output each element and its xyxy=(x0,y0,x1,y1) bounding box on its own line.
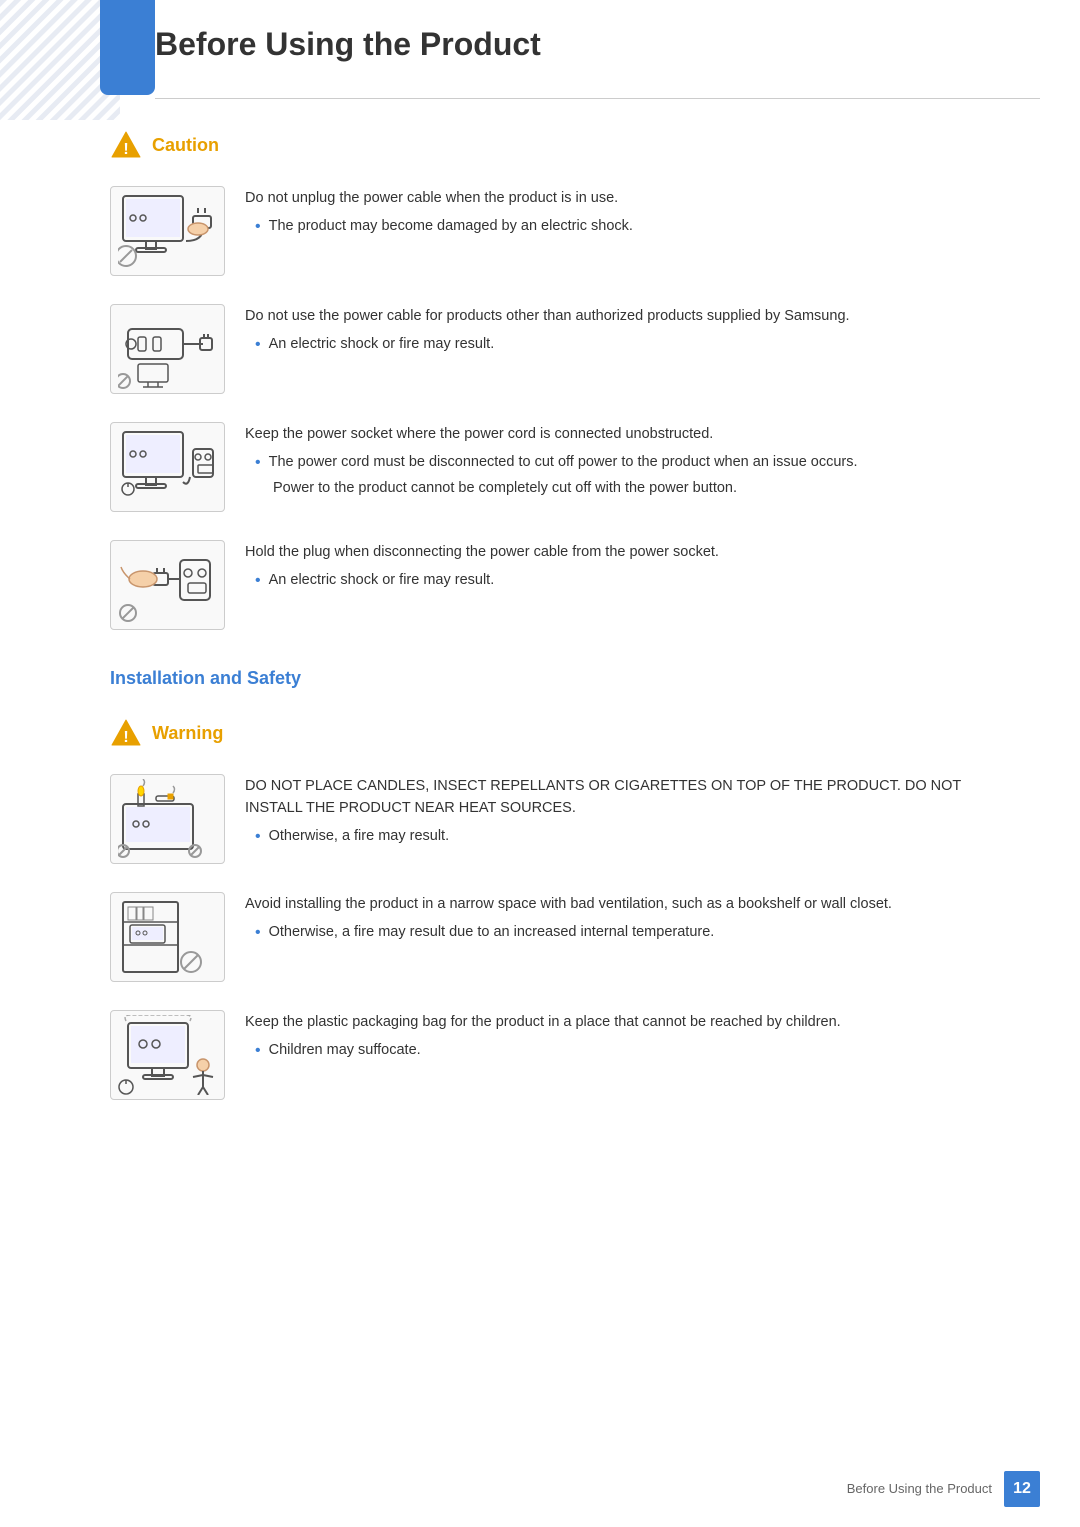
warning-header: ! Warning xyxy=(110,717,1020,749)
page-footer: Before Using the Product 12 xyxy=(847,1471,1040,1507)
caution-label: Caution xyxy=(152,132,219,159)
caution-image-1 xyxy=(110,186,225,276)
caution-bullet-3: The power cord must be disconnected to c… xyxy=(255,452,1020,474)
caution-main-2: Do not use the power cable for products … xyxy=(245,306,1020,328)
page-number: 12 xyxy=(1004,1471,1040,1507)
warning-main-2: Avoid installing the product in a narrow… xyxy=(245,894,1020,916)
caution-icon: ! xyxy=(110,129,142,161)
page-header: Before Using the Product xyxy=(155,0,1040,99)
warning-main-1: DO NOT PLACE CANDLES, INSECT REPELLANTS … xyxy=(245,776,1020,820)
warning-text-1: DO NOT PLACE CANDLES, INSECT REPELLANTS … xyxy=(245,774,1020,848)
caution-text-2: Do not use the power cable for products … xyxy=(245,304,1020,356)
warning-item-3: Keep the plastic packaging bag for the p… xyxy=(110,1010,1020,1100)
caution-bullet-4: An electric shock or fire may result. xyxy=(255,570,1020,592)
caution-section: ! Caution xyxy=(110,129,1020,630)
main-content: ! Caution xyxy=(110,99,1020,1100)
caution-main-3: Keep the power socket where the power co… xyxy=(245,424,1020,446)
blue-sidebar-accent xyxy=(100,0,155,95)
warning-main-3: Keep the plastic packaging bag for the p… xyxy=(245,1012,1020,1034)
warning-label: Warning xyxy=(152,720,223,747)
footer-label: Before Using the Product xyxy=(847,1479,992,1499)
warning-text-2: Avoid installing the product in a narrow… xyxy=(245,892,1020,944)
warning-image-2 xyxy=(110,892,225,982)
page-title: Before Using the Product xyxy=(155,20,1040,68)
svg-text:!: ! xyxy=(123,141,128,158)
caution-image-2 xyxy=(110,304,225,394)
warning-bullet-1: Otherwise, a fire may result. xyxy=(255,826,1020,848)
installation-heading: Installation and Safety xyxy=(110,665,1020,692)
caution-item-2: Do not use the power cable for products … xyxy=(110,304,1020,394)
warning-bullet-2: Otherwise, a fire may result due to an i… xyxy=(255,922,1020,944)
caution-image-3 xyxy=(110,422,225,512)
warning-icon: ! xyxy=(110,717,142,749)
svg-text:!: ! xyxy=(123,729,128,746)
caution-bullet-1: The product may become damaged by an ele… xyxy=(255,216,1020,238)
caution-main-4: Hold the plug when disconnecting the pow… xyxy=(245,542,1020,564)
warning-item-1: DO NOT PLACE CANDLES, INSECT REPELLANTS … xyxy=(110,774,1020,864)
warning-item-2: Avoid installing the product in a narrow… xyxy=(110,892,1020,982)
caution-text-4: Hold the plug when disconnecting the pow… xyxy=(245,540,1020,592)
caution-item-1: Do not unplug the power cable when the p… xyxy=(110,186,1020,276)
warning-bullet-3: Children may suffocate. xyxy=(255,1040,1020,1062)
caution-text-1: Do not unplug the power cable when the p… xyxy=(245,186,1020,238)
warning-section: ! Warning xyxy=(110,717,1020,1100)
caution-image-4 xyxy=(110,540,225,630)
warning-image-3 xyxy=(110,1010,225,1100)
caution-item-3: Keep the power socket where the power co… xyxy=(110,422,1020,512)
caution-item-4: Hold the plug when disconnecting the pow… xyxy=(110,540,1020,630)
warning-image-1 xyxy=(110,774,225,864)
caution-header: ! Caution xyxy=(110,129,1020,161)
caution-text-3: Keep the power socket where the power co… xyxy=(245,422,1020,500)
caution-bullet-2: An electric shock or fire may result. xyxy=(255,334,1020,356)
caution-sub-3: Power to the product cannot be completel… xyxy=(273,478,1020,500)
warning-text-3: Keep the plastic packaging bag for the p… xyxy=(245,1010,1020,1062)
caution-main-1: Do not unplug the power cable when the p… xyxy=(245,188,1020,210)
